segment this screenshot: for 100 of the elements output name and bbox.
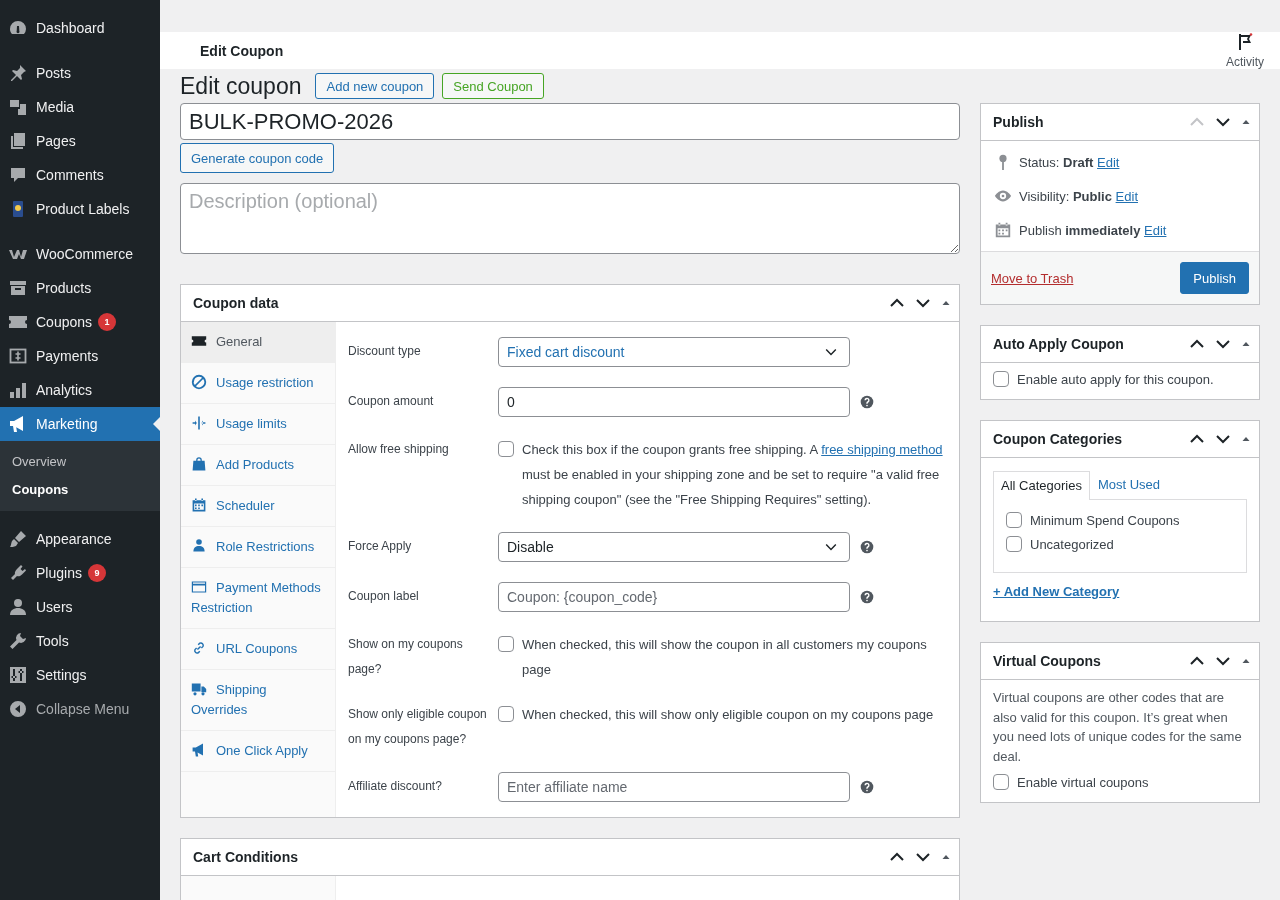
panel-tab[interactable]: URL Coupons	[181, 629, 335, 670]
count-badge: 1	[98, 313, 117, 331]
sidebar-item[interactable]: Analytics	[0, 373, 160, 407]
category-tab[interactable]: All Categories	[993, 471, 1090, 500]
header-action-button[interactable]: Add new coupon	[315, 73, 435, 99]
text-field[interactable]: Coupon: {coupon_code}	[498, 582, 850, 612]
pushpin-icon	[8, 63, 28, 83]
user-icon	[8, 597, 28, 617]
link-icon	[191, 640, 207, 656]
field-label: Coupon label	[348, 588, 420, 605]
sidebar-item[interactable]: Marketing	[0, 407, 160, 441]
panel-tab[interactable]: General	[181, 322, 335, 363]
field-label: Discount type	[348, 343, 422, 360]
panel-tab[interactable]: One Click Apply	[181, 731, 335, 772]
sidebar-item[interactable]: Settings	[0, 658, 160, 692]
add-category-link[interactable]: + Add New Category	[993, 584, 1120, 599]
collapse-menu-button[interactable]: Collapse Menu	[0, 692, 160, 726]
speech-bubble-icon	[8, 165, 28, 185]
panel-title: Auto Apply Coupon	[993, 336, 1124, 352]
sidebar-item[interactable]: Products	[0, 271, 160, 305]
checkbox[interactable]	[993, 371, 1009, 387]
panel-tab[interactable]: Scheduler	[181, 486, 335, 527]
checkbox[interactable]	[498, 636, 514, 652]
submenu-item[interactable]: Coupons	[0, 476, 160, 504]
calendar-icon	[191, 497, 207, 513]
archive-box-icon	[8, 278, 28, 298]
panel-tab[interactable]: Usage limits	[181, 404, 335, 445]
bag-icon	[191, 456, 207, 472]
ticket-icon	[191, 333, 207, 349]
panel-tab[interactable]: Payment Methods Restriction	[181, 568, 335, 629]
checkbox-label: Enable auto apply for this coupon.	[1017, 371, 1214, 387]
publish-button[interactable]: Publish	[1180, 262, 1249, 294]
sidebar-item[interactable]: Product Labels	[0, 192, 160, 226]
panel-tab[interactable]: Add Products	[181, 445, 335, 486]
panel-title: Coupon Categories	[993, 431, 1123, 447]
bar-chart-icon	[8, 380, 28, 400]
publish-setting-text: Publish immediately Edit	[1019, 222, 1167, 238]
field-label: Allow free shipping	[348, 441, 450, 458]
truck-icon	[191, 681, 207, 697]
field-label: Affiliate discount?	[348, 778, 443, 795]
sidebar-item[interactable]: Dashboard	[0, 11, 160, 45]
card-icon	[191, 579, 207, 595]
checkbox-label: Uncategorized	[1030, 536, 1114, 552]
checkbox[interactable]	[498, 441, 514, 457]
sidebar-item[interactable]: Comments	[0, 158, 160, 192]
prohibited-icon	[191, 374, 207, 390]
select-field[interactable]: Fixed cart discount	[498, 337, 850, 367]
field-label: Coupon amount	[348, 393, 435, 410]
person-icon	[191, 538, 207, 554]
panel-tab[interactable]: Usage restriction	[181, 363, 335, 404]
panel-title: Cart Conditions	[193, 849, 298, 865]
panel-tab[interactable]: Role Restrictions	[181, 527, 335, 568]
edit-link[interactable]: Edit	[1144, 222, 1167, 238]
page-heading: Edit coupon	[180, 73, 302, 99]
sidebar-item[interactable]: Posts	[0, 56, 160, 90]
panel-title: Virtual Coupons	[993, 653, 1101, 669]
field-label: Show only eligible coupon on my coupons page?	[348, 706, 488, 748]
sidebar-item[interactable]: Coupons 1	[0, 305, 160, 339]
coupon-code-field[interactable]: BULK-PROMO-2026	[180, 103, 960, 140]
help-icon[interactable]	[860, 540, 874, 554]
help-icon[interactable]	[860, 780, 874, 794]
sidebar-item[interactable]: Pages	[0, 124, 160, 158]
sidebar-item[interactable]: Media	[0, 90, 160, 124]
edit-link[interactable]: Edit	[1115, 188, 1138, 204]
panel-title: Publish	[993, 114, 1044, 130]
generate-code-button[interactable]: Generate coupon code	[180, 143, 335, 173]
checkbox-description: When checked, this will show the coupon in all customers my coupons page	[522, 636, 928, 679]
dollar-box-icon	[8, 346, 28, 366]
sidebar-item[interactable]: Users	[0, 590, 160, 624]
description-text: Virtual coupons are other codes that are also valid for this coupon. It’s great when you need lots of unique codes for the same deal.	[993, 689, 1243, 766]
media-icon	[8, 97, 28, 117]
checkbox[interactable]	[993, 774, 1009, 790]
calendar-icon	[993, 221, 1013, 239]
sidebar-item[interactable]: Payments	[0, 339, 160, 373]
wrench-icon	[8, 631, 28, 651]
description-field[interactable]: Description (optional)	[180, 183, 960, 254]
checkbox[interactable]	[1006, 536, 1022, 552]
edit-link[interactable]: Edit	[1097, 154, 1120, 170]
select-field[interactable]: Disable	[498, 532, 850, 562]
sidebar-item[interactable]: Appearance	[0, 522, 160, 556]
text-link[interactable]: free shipping method	[821, 442, 943, 457]
arrows-icon	[191, 415, 207, 431]
checkbox[interactable]	[1006, 512, 1022, 528]
collapse-icon	[8, 699, 28, 719]
help-icon[interactable]	[860, 395, 874, 409]
sidebar-item[interactable]: Tools	[0, 624, 160, 658]
publish-setting-text: Status: Draft Edit	[1019, 154, 1120, 170]
help-icon[interactable]	[860, 590, 874, 604]
activity-button[interactable]: Activity	[1210, 32, 1280, 69]
trash-link[interactable]: Move to Trash	[991, 270, 1074, 286]
sidebar-item[interactable]: WooCommerce	[0, 237, 160, 271]
category-tab[interactable]: Most Used	[1089, 470, 1169, 499]
checkbox[interactable]	[498, 706, 514, 722]
sidebar-item[interactable]: Plugins 9	[0, 556, 160, 590]
text-field[interactable]: Enter affiliate name	[498, 772, 850, 802]
submenu-item[interactable]: Overview	[0, 448, 160, 476]
publish-setting-text: Visibility: Public Edit	[1019, 188, 1138, 204]
panel-tab[interactable]: Shipping Overrides	[181, 670, 335, 731]
text-field[interactable]: 0	[498, 387, 850, 417]
checkbox-description: When checked, this will show only eligible coupon on my coupons page	[522, 706, 935, 724]
